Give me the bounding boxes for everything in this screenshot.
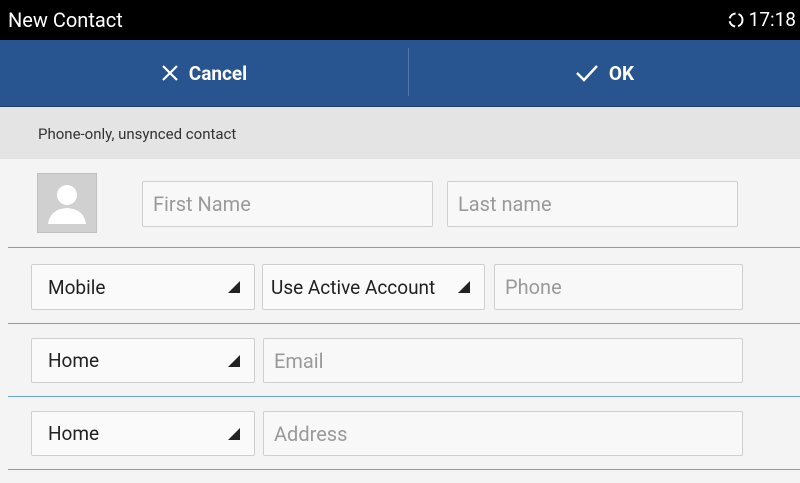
app-title: New Contact bbox=[8, 8, 123, 32]
dropdown-arrow-icon bbox=[228, 354, 240, 367]
email-type-select[interactable]: Home bbox=[31, 338, 255, 383]
account-strip: Phone-only, unsynced contact bbox=[0, 107, 800, 159]
dropdown-arrow-icon bbox=[458, 281, 470, 293]
person-icon bbox=[48, 185, 86, 224]
cancel-button[interactable]: Cancel bbox=[0, 40, 408, 106]
row-divider bbox=[8, 323, 800, 324]
status-indicators: 17:18 bbox=[727, 8, 796, 32]
contact-photo[interactable] bbox=[37, 173, 97, 233]
row-divider bbox=[8, 396, 800, 397]
address-field[interactable]: Address bbox=[263, 411, 743, 456]
first-name-field[interactable]: First Name bbox=[142, 181, 433, 227]
dropdown-arrow-icon bbox=[228, 281, 240, 293]
ok-label: OK bbox=[608, 61, 635, 85]
action-bar: Cancel OK bbox=[0, 40, 800, 107]
phone-type-label: Mobile bbox=[48, 275, 106, 299]
last-name-field[interactable]: Last name bbox=[447, 181, 738, 227]
cancel-label: Cancel bbox=[188, 61, 248, 85]
email-field[interactable]: Email bbox=[263, 338, 743, 383]
address-type-label: Home bbox=[48, 422, 100, 445]
email-type-label: Home bbox=[48, 349, 100, 372]
row-divider bbox=[8, 469, 800, 470]
phone-account-label: Use Active Account bbox=[271, 275, 436, 299]
row-divider bbox=[8, 247, 800, 248]
phone-account-select[interactable]: Use Active Account bbox=[262, 264, 485, 310]
phone-field[interactable]: Phone bbox=[494, 264, 743, 310]
dropdown-arrow-icon bbox=[228, 427, 240, 440]
account-label: Phone-only, unsynced contact bbox=[38, 125, 237, 143]
clock: 17:18 bbox=[748, 8, 796, 31]
sync-icon bbox=[727, 11, 745, 29]
close-icon bbox=[161, 65, 178, 81]
phone-type-select[interactable]: Mobile bbox=[31, 264, 255, 310]
address-type-select[interactable]: Home bbox=[31, 411, 255, 456]
checkmark-icon bbox=[576, 65, 598, 82]
status-bar: New Contact 17:18 bbox=[0, 0, 800, 40]
ok-button[interactable]: OK bbox=[409, 40, 800, 106]
